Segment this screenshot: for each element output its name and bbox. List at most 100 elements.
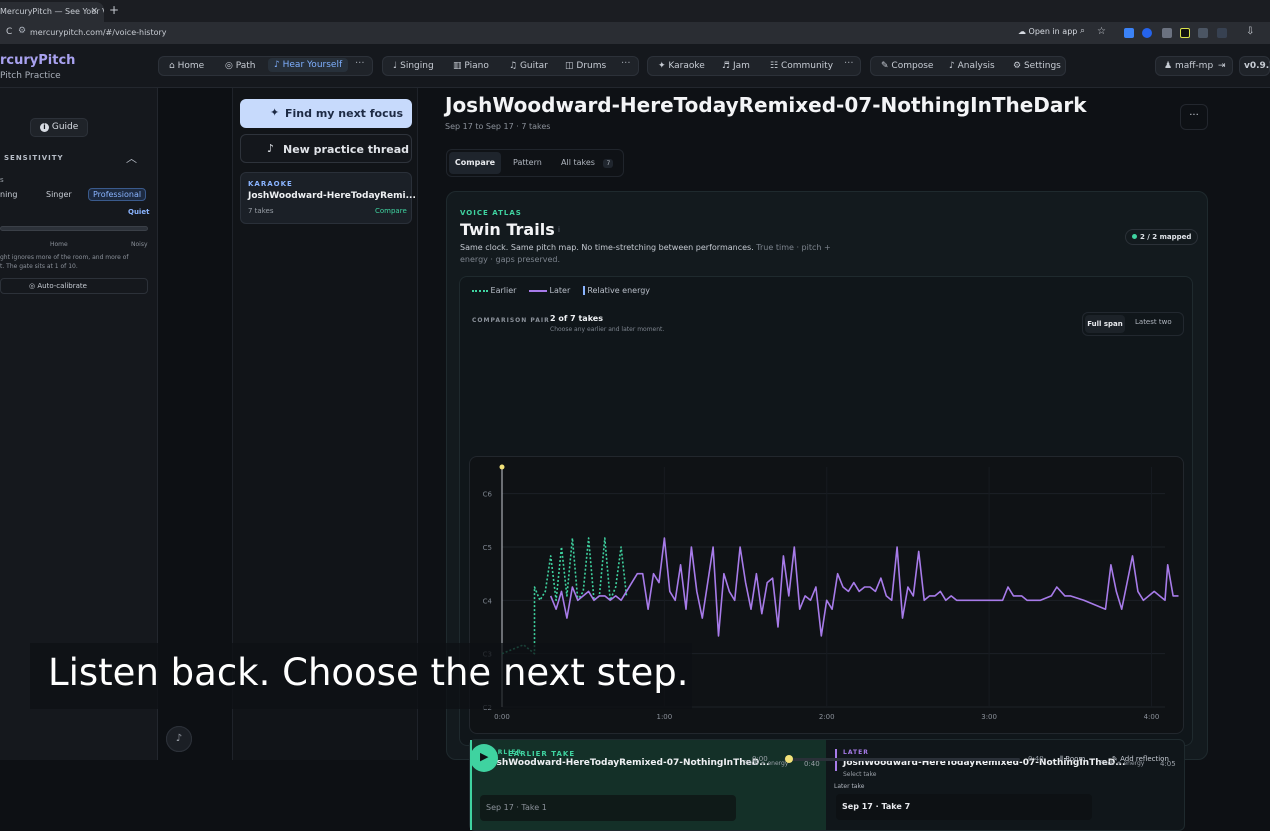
earlier-take-select[interactable]: Sep 17 · Take 1 xyxy=(480,795,736,821)
find-next-focus-button[interactable]: ✦ Find my next focus xyxy=(240,99,412,128)
nav-group-social: ✦ Karaoke ♬ Jam ☷ Community ··· xyxy=(647,56,861,76)
home-icon: ⌂ xyxy=(169,61,175,71)
quiet-label: Quiet xyxy=(128,208,150,216)
add-reflection-button[interactable]: ✎ Add reflection xyxy=(1112,755,1169,763)
legend-swatch-later xyxy=(529,289,547,292)
guitar-icon: ♫ xyxy=(509,61,518,71)
mode-professional[interactable]: Professional xyxy=(88,188,147,201)
microphone-icon: ♪ xyxy=(267,142,275,155)
extension-icon-1[interactable] xyxy=(1124,28,1134,38)
nav-compose[interactable]: ✎ Compose xyxy=(881,61,933,71)
thread-compare-link[interactable]: Compare xyxy=(375,207,407,215)
pencil-icon: ✎ xyxy=(1112,755,1118,763)
brand-tagline: Pitch Practice xyxy=(0,71,61,81)
nav-singing[interactable]: ♩ Singing xyxy=(393,61,434,71)
brand-logo[interactable]: rcuryPitch xyxy=(0,53,75,68)
extension-icon-4[interactable] xyxy=(1180,28,1190,38)
sparkle-icon: ✦ xyxy=(270,106,280,119)
nav-piano[interactable]: ▥ Piano xyxy=(453,61,489,71)
x-tick-label: 3:00 xyxy=(981,713,997,721)
waveform-icon: ⦀ xyxy=(1060,755,1064,763)
atlas-description: Same clock. Same pitch map. No time-stre… xyxy=(460,243,831,252)
play-button[interactable]: ▶ xyxy=(470,744,498,772)
more-options-button[interactable]: ··· xyxy=(1180,104,1208,130)
x-tick-label: 2:00 xyxy=(819,713,835,721)
y-tick-label: C5 xyxy=(483,544,492,552)
atlas-eyebrow: VOICE ATLAS xyxy=(460,209,522,217)
later-take-select[interactable]: Sep 17 · Take 7 xyxy=(836,794,1092,820)
user-menu[interactable]: ♟ maff-mp ⇥ xyxy=(1155,56,1233,76)
extension-icon-5[interactable] xyxy=(1198,28,1208,38)
open-in-app-button[interactable]: ☁ Open in app xyxy=(1018,27,1077,36)
later-take-card[interactable]: LATER JoshWoodward-HereTodayRemixed-07-N… xyxy=(832,740,1184,830)
takes-count-badge: 7 xyxy=(603,159,614,168)
mode-singer[interactable]: Singer xyxy=(46,190,72,199)
nav-more-button[interactable]: ··· xyxy=(844,58,854,69)
nav-group-instruments: ♩ Singing ▥ Piano ♫ Guitar ◫ Drums ··· xyxy=(382,56,639,76)
view-tabs: Compare Pattern All takes 7 xyxy=(446,149,624,177)
karaoke-icon: ✦ xyxy=(658,61,666,71)
bookmark-star-icon[interactable]: ☆ xyxy=(1097,26,1106,37)
collapse-chevron-icon[interactable]: ︿ xyxy=(126,150,137,166)
nav-hear-yourself[interactable]: ♪ Hear Yourself xyxy=(268,58,349,72)
full-span-option[interactable]: Full span xyxy=(1085,315,1125,333)
tab-pattern[interactable]: Pattern xyxy=(513,158,542,167)
new-tab-button[interactable]: + xyxy=(109,3,119,17)
voice-mic-button[interactable]: ♪ xyxy=(166,726,192,752)
y-tick-label: C6 xyxy=(483,491,493,499)
nav-path[interactable]: ◎ Path xyxy=(225,61,256,71)
nav-more-button[interactable]: ··· xyxy=(355,58,365,69)
nav-more-button[interactable]: ··· xyxy=(621,58,631,69)
sensitivity-slider[interactable] xyxy=(0,226,148,231)
tab-compare[interactable]: Compare xyxy=(449,152,501,174)
reload-icon[interactable]: C xyxy=(6,27,12,37)
thread-card[interactable]: KARAOKE JoshWoodward-HereTodayRemi... 7 … xyxy=(240,172,416,224)
url-field[interactable]: mercurypitch.com/#/voice-history xyxy=(30,28,167,37)
extension-icon-3[interactable] xyxy=(1162,28,1172,38)
path-icon: ◎ xyxy=(225,61,233,71)
extensions-puzzle-icon[interactable] xyxy=(1217,28,1227,38)
nav-home[interactable]: ⌂ Home xyxy=(169,61,204,71)
chart-legend: Earlier Later Relative energy xyxy=(472,286,650,295)
series-earlier-line xyxy=(501,537,628,655)
latest-two-option[interactable]: Latest two xyxy=(1135,318,1172,326)
guide-button[interactable]: i Guide xyxy=(30,118,88,137)
mic-icon: ♩ xyxy=(393,61,398,71)
scrubber-handle[interactable] xyxy=(785,755,793,763)
nav-analysis[interactable]: ♪ Analysis xyxy=(949,61,995,71)
info-icon: i xyxy=(40,123,49,132)
browser-address-bar: C ⚙ mercurypitch.com/#/voice-history ☁ O… xyxy=(0,22,1270,44)
cloud-icon: ☁ xyxy=(1018,27,1026,36)
nav-karaoke[interactable]: ✦ Karaoke xyxy=(658,61,705,71)
series-later-line xyxy=(549,537,1179,637)
auto-calibrate-button[interactable]: ◎ Auto-calibrate xyxy=(0,278,148,294)
comparison-value: 2 of 7 takes xyxy=(550,314,603,323)
zoom-icon[interactable]: ⌕ xyxy=(1080,26,1085,36)
nav-drums[interactable]: ◫ Drums xyxy=(565,61,606,71)
nav-settings[interactable]: ⚙ Settings xyxy=(1013,61,1061,71)
extension-icon-2[interactable] xyxy=(1142,28,1152,38)
atlas-info-icon[interactable]: i xyxy=(558,226,560,234)
playhead-marker xyxy=(499,464,505,470)
mapped-status-badge: 2 / 2 mapped xyxy=(1125,229,1199,245)
piano-icon: ▥ xyxy=(453,61,462,71)
browser-tab-bar: MercuryPitch — See Your Vo × + xyxy=(0,0,1270,22)
app-header: rcuryPitch Pitch Practice ⌂ Home ◎ Path … xyxy=(0,44,1270,88)
mode-beginning[interactable]: ning xyxy=(0,190,17,199)
nav-guitar[interactable]: ♫ Guitar xyxy=(509,61,548,71)
legend-swatch-energy xyxy=(582,286,585,295)
nav-jam[interactable]: ♬ Jam xyxy=(722,61,750,71)
x-tick-label: 4:00 xyxy=(1144,713,1160,721)
jam-icon: ♬ xyxy=(722,61,731,71)
site-info-icon[interactable]: ⚙ xyxy=(18,26,26,36)
close-tab-icon[interactable]: × xyxy=(90,6,98,16)
atlas-title: Twin Trails xyxy=(460,220,555,239)
tab-all-takes[interactable]: All takes 7 xyxy=(561,158,614,168)
new-practice-thread-button[interactable]: ♪ New practice thread xyxy=(240,134,412,163)
nav-community[interactable]: ☷ Community xyxy=(770,61,833,71)
x-tick-label: 1:00 xyxy=(657,713,673,721)
browser-tab[interactable]: MercuryPitch — See Your Vo × xyxy=(0,2,104,22)
compose-icon: ✎ xyxy=(881,61,889,71)
download-icon[interactable]: ⇩ xyxy=(1246,26,1254,37)
logout-icon[interactable]: ⇥ xyxy=(1218,61,1226,71)
